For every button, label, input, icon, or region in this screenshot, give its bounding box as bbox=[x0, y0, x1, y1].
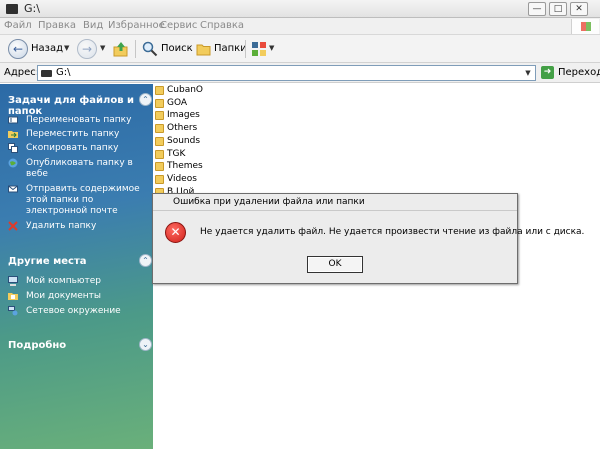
error-icon: ✕ bbox=[165, 222, 186, 243]
delete-icon bbox=[8, 221, 18, 231]
publish-web-icon bbox=[8, 158, 18, 168]
address-bar: Адрес: G:\ ▼ ➜ Переход bbox=[0, 63, 600, 83]
collapse-other-places-icon[interactable]: ⌃ bbox=[139, 254, 152, 267]
drive-icon bbox=[6, 4, 18, 14]
details-header[interactable]: Подробно bbox=[8, 340, 66, 351]
drive-icon bbox=[41, 70, 52, 77]
window-title: G:\ bbox=[24, 2, 40, 15]
go-button[interactable]: ➜ Переход bbox=[541, 66, 600, 80]
rename-icon bbox=[8, 115, 18, 125]
network-icon bbox=[8, 306, 18, 316]
back-dropdown-icon[interactable]: ▼ bbox=[64, 44, 69, 52]
address-value: G:\ bbox=[56, 67, 71, 78]
folder-icon bbox=[155, 175, 164, 184]
title-bar: G:\ — □ ✕ bbox=[0, 0, 600, 18]
back-label[interactable]: Назад bbox=[31, 43, 63, 54]
toolbar-separator bbox=[135, 40, 136, 58]
forward-arrow-icon: → bbox=[82, 42, 93, 56]
folder-icon bbox=[155, 111, 164, 120]
menu-edit[interactable]: Правка bbox=[38, 20, 76, 31]
windows-logo bbox=[571, 19, 599, 34]
menu-file[interactable]: Файл bbox=[4, 20, 32, 31]
back-arrow-icon: ← bbox=[13, 42, 24, 56]
menu-help[interactable]: Справка bbox=[200, 20, 244, 31]
other-places-header[interactable]: Другие места bbox=[8, 256, 87, 267]
documents-icon bbox=[8, 291, 18, 301]
folder-icon bbox=[155, 150, 164, 159]
folder-icon bbox=[155, 99, 164, 108]
back-button[interactable]: ← bbox=[8, 39, 28, 59]
ok-button[interactable]: OK bbox=[307, 256, 363, 273]
expand-details-icon[interactable]: ⌄ bbox=[139, 338, 152, 351]
views-icon[interactable] bbox=[251, 41, 267, 57]
folders-button[interactable]: Папки bbox=[214, 43, 247, 54]
go-arrow-icon: ➜ bbox=[541, 66, 554, 79]
email-icon bbox=[8, 184, 18, 194]
search-button[interactable]: Поиск bbox=[161, 43, 193, 54]
file-tasks-header[interactable]: Задачи для файлов и папок bbox=[8, 95, 153, 117]
maximize-button[interactable]: □ bbox=[549, 2, 567, 16]
toolbar: ← Назад ▼ → ▼ Поиск Папки ▼ bbox=[0, 35, 600, 63]
search-icon[interactable] bbox=[142, 41, 158, 57]
dialog-message: Не удается удалить файл. Не удается прои… bbox=[200, 227, 585, 237]
address-dropdown-icon[interactable]: ▼ bbox=[521, 66, 535, 80]
minimize-button[interactable]: — bbox=[528, 2, 546, 16]
forward-dropdown-icon[interactable]: ▼ bbox=[100, 44, 105, 52]
menu-bar: Файл Правка Вид Избранное Сервис Справка bbox=[0, 18, 600, 35]
computer-icon bbox=[8, 276, 18, 286]
menu-tools[interactable]: Сервис bbox=[160, 20, 197, 31]
up-folder-icon[interactable] bbox=[113, 41, 129, 57]
dialog-title: Ошибка при удалении файла или папки bbox=[173, 197, 365, 207]
toolbar-separator bbox=[245, 40, 246, 58]
folder-icon bbox=[155, 162, 164, 171]
address-input[interactable]: G:\ ▼ bbox=[37, 65, 536, 81]
folder-icon bbox=[155, 137, 164, 146]
copy-folder-icon bbox=[8, 143, 18, 153]
close-button[interactable]: ✕ bbox=[570, 2, 588, 16]
views-dropdown-icon[interactable]: ▼ bbox=[269, 44, 274, 52]
dialog-title-bar[interactable]: Ошибка при удалении файла или папки bbox=[153, 194, 517, 211]
menu-favorites[interactable]: Избранное bbox=[108, 20, 165, 31]
menu-view[interactable]: Вид bbox=[83, 20, 103, 31]
error-dialog: Ошибка при удалении файла или папки ✕ Не… bbox=[152, 193, 584, 284]
address-label: Адрес: bbox=[4, 67, 40, 78]
task-pane: Задачи для файлов и папок ⌃ Переименоват… bbox=[0, 84, 153, 449]
windows-flag-icon bbox=[581, 22, 591, 31]
forward-button[interactable]: → bbox=[77, 39, 97, 59]
folder-icon bbox=[155, 86, 164, 95]
move-folder-icon bbox=[8, 129, 18, 139]
go-label: Переход bbox=[558, 67, 600, 78]
folders-icon[interactable] bbox=[196, 41, 212, 57]
folder-icon bbox=[155, 124, 164, 133]
collapse-file-tasks-icon[interactable]: ⌃ bbox=[139, 93, 152, 106]
